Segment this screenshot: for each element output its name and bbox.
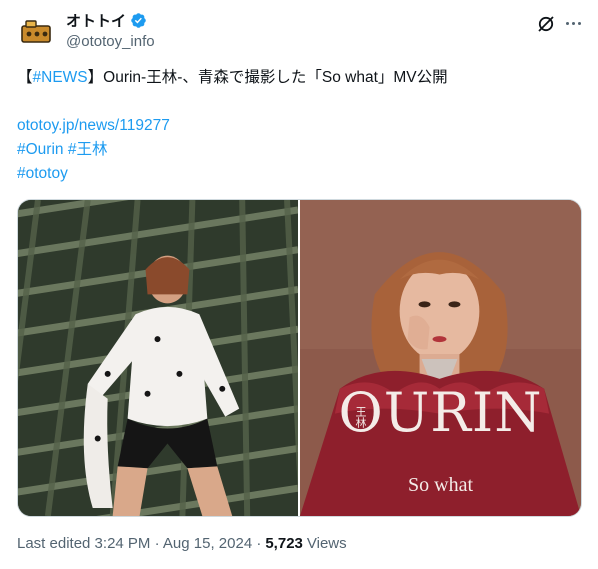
photo-left[interactable]: [18, 200, 298, 516]
display-name[interactable]: オトトイ: [66, 10, 126, 31]
views-label: Views: [306, 535, 347, 552]
lattice-photo-image: [18, 200, 298, 516]
portrait-photo-image: [300, 200, 581, 516]
headline-text: 】Ourin-王林-、青森で撮影した「So what」MV公開: [87, 69, 448, 86]
hashtag-ourin[interactable]: #Ourin: [17, 141, 64, 158]
account-handle[interactable]: @ototoy_info: [66, 33, 155, 50]
verified-badge-icon[interactable]: [130, 12, 147, 29]
tweet-card: オトトイ @ototoy_info 【#NEWS】Ourin-王林-、青森で撮影…: [0, 0, 598, 569]
views-count: 5,723: [265, 535, 303, 552]
ototoy-logo-icon: [21, 20, 51, 43]
tweet-text: 【#NEWS】Ourin-王林-、青森で撮影した「So what」MV公開 ot…: [17, 66, 582, 186]
tweet-meta: Last edited 3:24 PM · Aug 15, 2024 · 5,7…: [17, 535, 347, 552]
hashtag-news[interactable]: #NEWS: [33, 69, 88, 86]
photo-right[interactable]: 王林 OURIN So what: [300, 200, 581, 516]
hashtag-ototoy[interactable]: #ototoy: [17, 165, 68, 182]
name-row: オトトイ: [66, 10, 147, 31]
ourin-title-logo: OURIN: [338, 381, 543, 444]
news-link[interactable]: ototoy.jp/news/119277: [17, 117, 170, 134]
avatar[interactable]: [17, 12, 55, 50]
hashtag-kanji[interactable]: #王林: [68, 141, 108, 158]
more-options-icon[interactable]: [562, 12, 584, 34]
bracket-open: 【: [17, 69, 33, 86]
so-what-subtitle: So what: [408, 474, 473, 496]
tweet-headline: 【#NEWS】Ourin-王林-、青森で撮影した「So what」MV公開: [17, 66, 582, 90]
edited-timestamp[interactable]: Last edited 3:24 PM · Aug 15, 2024 ·: [17, 535, 261, 552]
grok-icon[interactable]: [536, 14, 556, 34]
media-grid: 王林 OURIN So what: [17, 199, 582, 517]
